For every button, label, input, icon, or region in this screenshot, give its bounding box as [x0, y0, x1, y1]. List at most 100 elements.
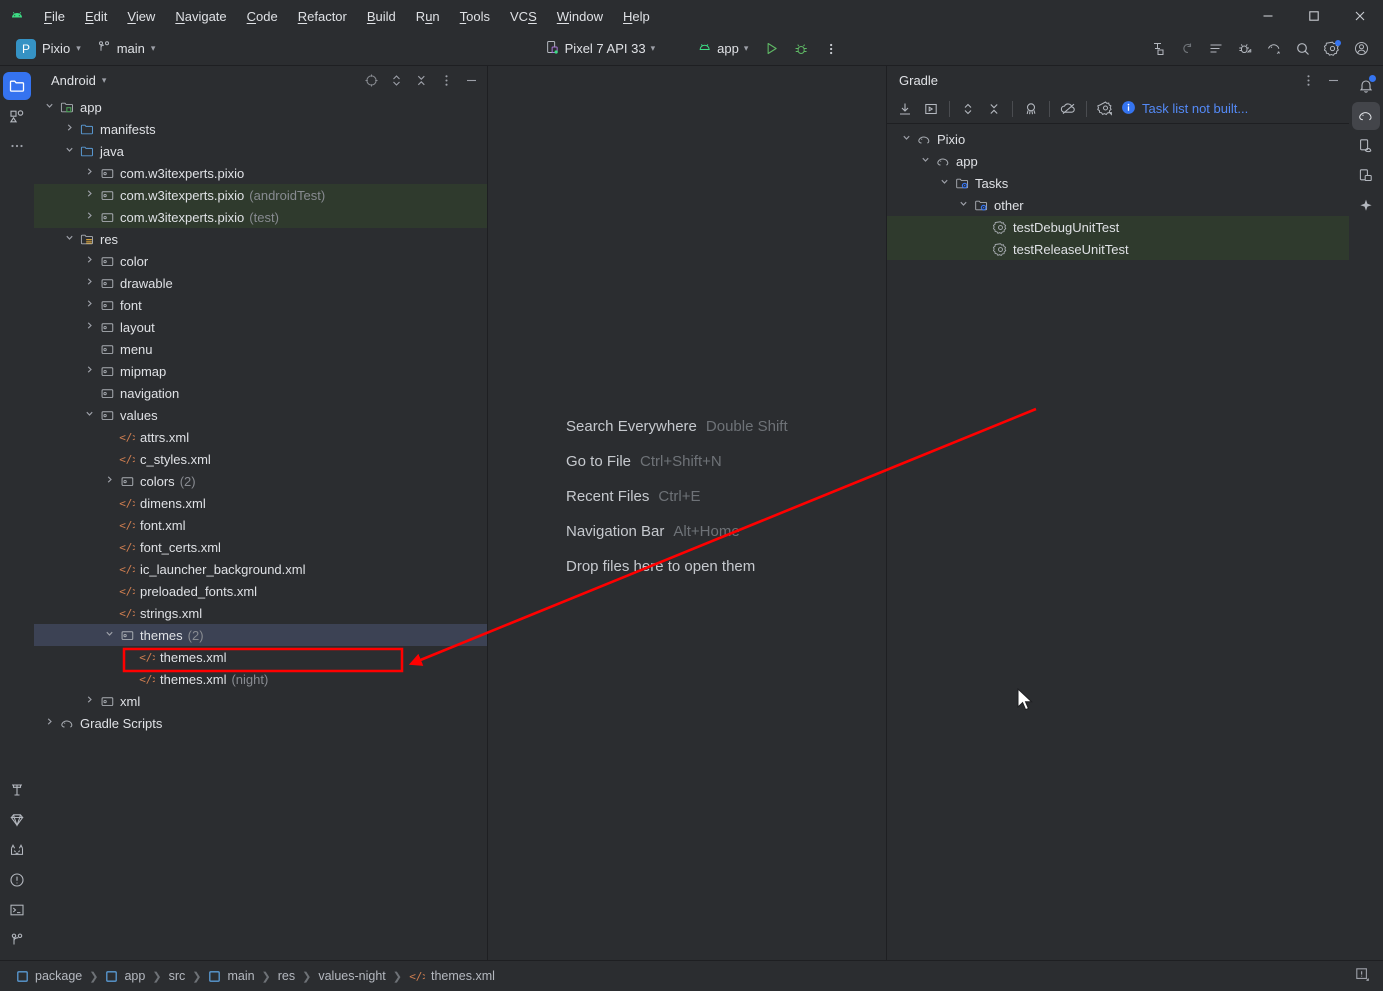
search-icon[interactable]: [1289, 36, 1317, 62]
project-tree-row[interactable]: </> strings.xml: [34, 602, 487, 624]
menu-item-view[interactable]: View: [117, 6, 165, 27]
gradle-settings-icon[interactable]: [1093, 97, 1117, 121]
menu-item-edit[interactable]: Edit: [75, 6, 117, 27]
more-tool-windows-button[interactable]: [3, 132, 31, 160]
tree-toggle-arrow[interactable]: [935, 177, 953, 189]
menu-item-vcs[interactable]: VCS: [500, 6, 547, 27]
sidebar-item-gradle[interactable]: [1352, 102, 1380, 130]
project-tree-row[interactable]: font: [34, 294, 487, 316]
project-tree-row[interactable]: manifests: [34, 118, 487, 140]
memory-indicator-icon[interactable]: [1354, 966, 1371, 986]
project-tree-row[interactable]: </> font_certs.xml: [34, 536, 487, 558]
tree-toggle-arrow[interactable]: [954, 199, 972, 211]
sidebar-item-problems[interactable]: [3, 866, 31, 894]
gradle-tree-row[interactable]: testDebugUnitTest: [887, 216, 1349, 238]
options-icon[interactable]: [1296, 68, 1320, 92]
breadcrumb-item[interactable]: main: [208, 969, 255, 983]
code-with-me-icon[interactable]: [1144, 36, 1172, 62]
menu-item-build[interactable]: Build: [357, 6, 406, 27]
gradle-tree-row[interactable]: Pixio: [887, 128, 1349, 150]
options-icon[interactable]: [434, 68, 458, 92]
menu-item-help[interactable]: Help: [613, 6, 660, 27]
tree-toggle-arrow[interactable]: [80, 409, 98, 421]
execute-gradle-task-icon[interactable]: [919, 97, 943, 121]
attach-gradle-project-icon[interactable]: [1019, 97, 1043, 121]
project-tree-row[interactable]: </> attrs.xml: [34, 426, 487, 448]
tree-toggle-arrow[interactable]: [80, 321, 98, 333]
sidebar-item-version-control[interactable]: [3, 926, 31, 954]
project-tree-row[interactable]: com.w3itexperts.pixio: [34, 162, 487, 184]
project-tree-row[interactable]: </> ic_launcher_background.xml: [34, 558, 487, 580]
gradle-tree-row[interactable]: testReleaseUnitTest: [887, 238, 1349, 260]
project-tree-row[interactable]: colors (2): [34, 470, 487, 492]
project-tree-row[interactable]: res: [34, 228, 487, 250]
gradle-tree[interactable]: Pixio app Tasks other testDebugUnitTest testR…: [887, 124, 1349, 960]
collapse-all-icon[interactable]: [409, 68, 433, 92]
tree-toggle-arrow[interactable]: [80, 189, 98, 201]
tree-toggle-arrow[interactable]: [60, 123, 78, 135]
sidebar-item-device-manager[interactable]: [1352, 132, 1380, 160]
project-tree-row[interactable]: menu: [34, 338, 487, 360]
menu-item-window[interactable]: Window: [547, 6, 613, 27]
project-tree-row[interactable]: xml: [34, 690, 487, 712]
reload-all-gradle-projects-icon[interactable]: [893, 97, 917, 121]
project-tree-row[interactable]: layout: [34, 316, 487, 338]
tree-toggle-arrow[interactable]: [40, 101, 58, 113]
hide-icon[interactable]: [459, 68, 483, 92]
project-tree-row[interactable]: </> dimens.xml: [34, 492, 487, 514]
project-tree-row[interactable]: mipmap: [34, 360, 487, 382]
project-tree-row[interactable]: </> font.xml: [34, 514, 487, 536]
toggle-offline-mode-icon[interactable]: [1056, 97, 1080, 121]
tree-toggle-arrow[interactable]: [80, 277, 98, 289]
branch-selector[interactable]: main ▾: [91, 37, 162, 60]
tree-toggle-arrow[interactable]: [60, 145, 78, 157]
project-tree-row[interactable]: </> preloaded_fonts.xml: [34, 580, 487, 602]
tree-toggle-arrow[interactable]: [100, 475, 118, 487]
project-tree-row[interactable]: themes (2): [34, 624, 487, 646]
project-selector[interactable]: P Pixio ▾: [10, 36, 87, 62]
tree-toggle-arrow[interactable]: [916, 155, 934, 167]
tree-toggle-arrow[interactable]: [80, 167, 98, 179]
menu-item-refactor[interactable]: Refactor: [288, 6, 357, 27]
project-tree-row[interactable]: com.w3itexperts.pixio (androidTest): [34, 184, 487, 206]
search-structural-icon[interactable]: [1173, 36, 1201, 62]
project-tree-row[interactable]: </> themes.xml(night): [34, 668, 487, 690]
project-tree[interactable]: app manifests java com.w3itexperts.pixio com…: [34, 94, 487, 960]
sidebar-item-running-devices[interactable]: [1352, 162, 1380, 190]
run-button[interactable]: [757, 36, 785, 62]
breadcrumb-item[interactable]: </> themes.xml: [409, 969, 495, 983]
tree-toggle-arrow[interactable]: [80, 255, 98, 267]
gradle-sync-icon[interactable]: [1260, 36, 1288, 62]
hide-icon[interactable]: [1321, 68, 1345, 92]
account-icon[interactable]: [1347, 36, 1375, 62]
gradle-task-notice[interactable]: Task list not built...: [1121, 100, 1248, 118]
breadcrumb-item[interactable]: values-night: [318, 969, 385, 983]
sidebar-item-build[interactable]: [3, 776, 31, 804]
maximize-button[interactable]: [1291, 0, 1337, 32]
menu-item-run[interactable]: Run: [406, 6, 450, 27]
breadcrumb-item[interactable]: src: [169, 969, 186, 983]
menu-item-file[interactable]: File: [34, 6, 75, 27]
more-actions-button[interactable]: [817, 36, 845, 62]
sidebar-item-resource-manager[interactable]: [3, 102, 31, 130]
breadcrumb-item[interactable]: res: [278, 969, 295, 983]
device-selector[interactable]: Pixel 7 API 33 ▾: [538, 37, 662, 61]
project-tree-row[interactable]: java: [34, 140, 487, 162]
tree-toggle-arrow[interactable]: [80, 299, 98, 311]
gradle-tree-row[interactable]: other: [887, 194, 1349, 216]
sidebar-item-gemini[interactable]: [3, 806, 31, 834]
expand-collapse-icon[interactable]: [956, 97, 980, 121]
project-tree-row[interactable]: drawable: [34, 272, 487, 294]
project-tree-row[interactable]: app: [34, 96, 487, 118]
commit-icon[interactable]: [1202, 36, 1230, 62]
project-tree-row[interactable]: com.w3itexperts.pixio (test): [34, 206, 487, 228]
gradle-tree-row[interactable]: Tasks: [887, 172, 1349, 194]
tree-toggle-arrow[interactable]: [80, 695, 98, 707]
project-tree-row[interactable]: navigation: [34, 382, 487, 404]
menu-item-tools[interactable]: Tools: [450, 6, 500, 27]
editor-area[interactable]: Search Everywhere Double Shift Go to File C…: [488, 66, 887, 960]
breadcrumb-item[interactable]: app: [105, 969, 145, 983]
sidebar-item-gemini-sparkle[interactable]: [1352, 192, 1380, 220]
close-button[interactable]: [1337, 0, 1383, 32]
project-tree-row[interactable]: color: [34, 250, 487, 272]
